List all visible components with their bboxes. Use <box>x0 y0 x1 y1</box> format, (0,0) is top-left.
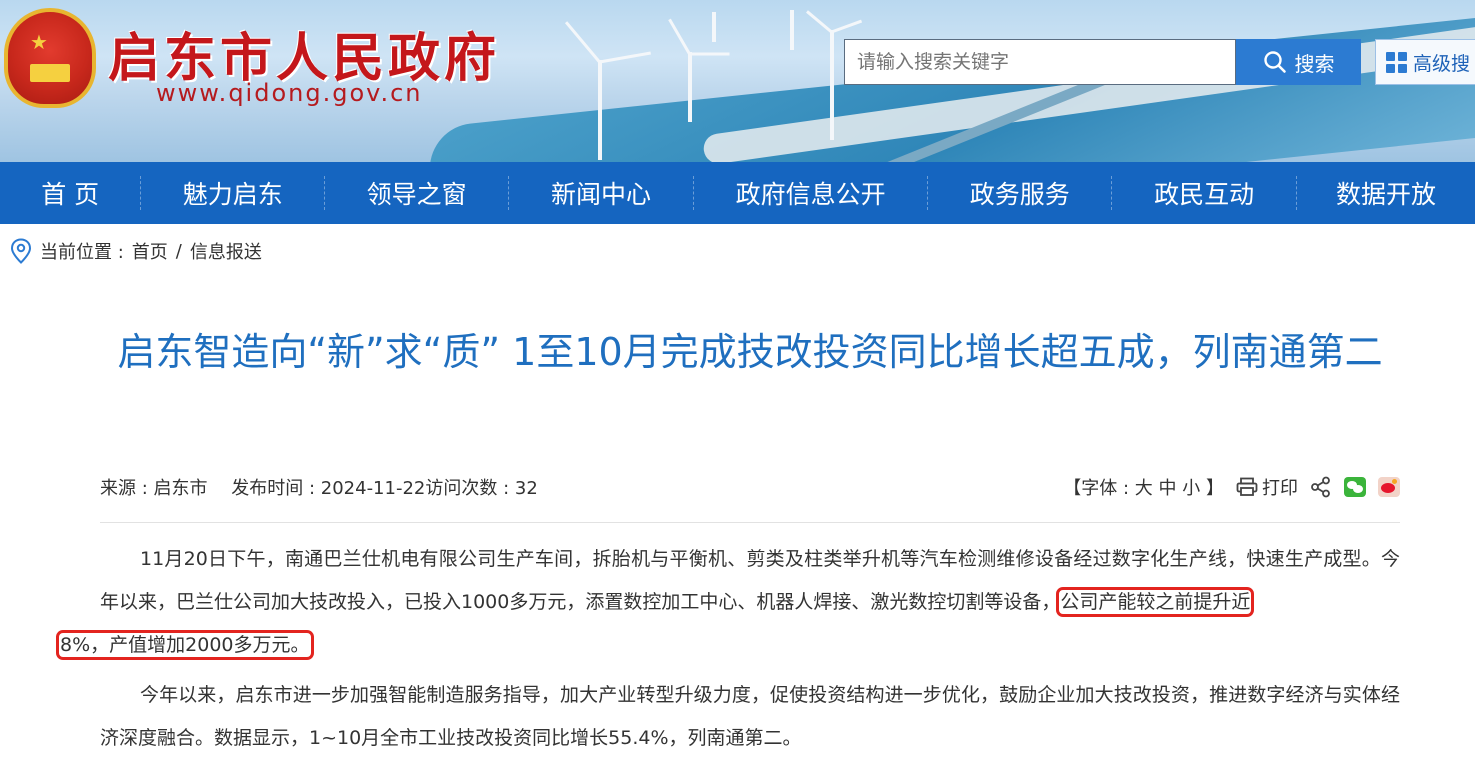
nav-label: 政府信息公开 <box>735 180 886 209</box>
font-small-button[interactable]: 小 <box>1182 478 1200 499</box>
advanced-search-button[interactable]: 高级搜 <box>1375 39 1475 85</box>
nav-item-services[interactable]: 政务服务 <box>928 162 1111 224</box>
nav-label: 首 页 <box>41 180 100 209</box>
nav-label: 魅力启东 <box>182 180 283 209</box>
nav-label: 数据开放 <box>1336 180 1437 209</box>
share-icon[interactable] <box>1310 476 1332 498</box>
printer-icon <box>1236 477 1258 496</box>
site-url: www.qidong.gov.cn <box>156 79 423 107</box>
grid-icon <box>1386 51 1407 73</box>
search-icon <box>1263 51 1286 73</box>
article-visits: 访问次数 : 32 <box>425 478 538 499</box>
article-date: 发布时间 : 2024-11-22 <box>231 478 426 499</box>
article-meta: 来源 : 启东市 发布时间 : 2024-11-22访问次数 : 32 【字体 … <box>100 470 1400 504</box>
advanced-search-label: 高级搜 <box>1413 52 1471 75</box>
wechat-share-icon[interactable] <box>1344 477 1366 497</box>
nav-label: 领导之窗 <box>366 180 467 209</box>
print-button[interactable]: 打印 <box>1236 474 1298 500</box>
nav-item-open-data[interactable]: 数据开放 <box>1297 162 1475 224</box>
font-medium-button[interactable]: 中 <box>1159 478 1177 499</box>
article-title: 启东智造向“新”求“质” 1至10月完成技改投资同比增长超五成，列南通第二 <box>117 330 1383 374</box>
breadcrumb-separator: / <box>175 240 182 262</box>
search-button-label: 搜索 <box>1294 51 1335 76</box>
article-paragraph-2: 今年以来，启东市进一步加强智能制造服务指导，加大产业转型升级力度，促使投资结构进… <box>100 684 1400 749</box>
nav-item-home[interactable]: 首 页 <box>0 162 140 224</box>
breadcrumb-home-link[interactable]: 首页 <box>132 238 168 264</box>
weibo-share-icon[interactable] <box>1378 477 1400 497</box>
font-large-button[interactable]: 大 <box>1135 478 1153 499</box>
nav-item-news[interactable]: 新闻中心 <box>509 162 693 224</box>
nav-label: 新闻中心 <box>551 180 652 209</box>
breadcrumb: 当前位置 : 首页 / 信息报送 <box>10 236 262 266</box>
nav-label: 政务服务 <box>969 180 1070 209</box>
meta-divider <box>100 522 1400 523</box>
national-emblem-icon: ★ <box>4 8 96 108</box>
font-size-open: 【字体 : <box>1063 478 1130 499</box>
header-banner: ★ 启东市人民政府 www.qidong.gov.cn 搜索 高级搜 <box>0 0 1475 162</box>
highlighted-text-1: 公司产能较之前提升近 <box>1056 587 1255 617</box>
article-paragraph-1: 11月20日下午，南通巴兰仕机电有限公司生产车间，拆胎机与平衡机、剪类及柱类举升… <box>56 538 1400 667</box>
location-pin-icon <box>10 238 32 264</box>
nav-item-interaction[interactable]: 政民互动 <box>1112 162 1296 224</box>
print-label: 打印 <box>1262 478 1298 499</box>
font-size-close: 】 <box>1206 478 1224 499</box>
main-nav: 首 页 魅力启东 领导之窗 新闻中心 政府信息公开 政务服务 政民互动 数据开放 <box>0 162 1475 224</box>
article-source: 来源 : 启东市 <box>100 478 208 499</box>
breadcrumb-prefix: 当前位置 : <box>40 242 124 263</box>
breadcrumb-current-link[interactable]: 信息报送 <box>190 238 262 264</box>
nav-label: 政民互动 <box>1154 180 1255 209</box>
nav-item-leaders[interactable]: 领导之窗 <box>325 162 508 224</box>
nav-item-gov-info[interactable]: 政府信息公开 <box>694 162 927 224</box>
nav-item-charm-qidong[interactable]: 魅力启东 <box>141 162 324 224</box>
search-input[interactable] <box>844 39 1236 85</box>
highlighted-text-2: 8%，产值增加2000多万元。 <box>56 630 314 660</box>
font-size-control: 【字体 : 大 中 小 】 <box>1063 474 1224 500</box>
search-button[interactable]: 搜索 <box>1236 39 1361 85</box>
